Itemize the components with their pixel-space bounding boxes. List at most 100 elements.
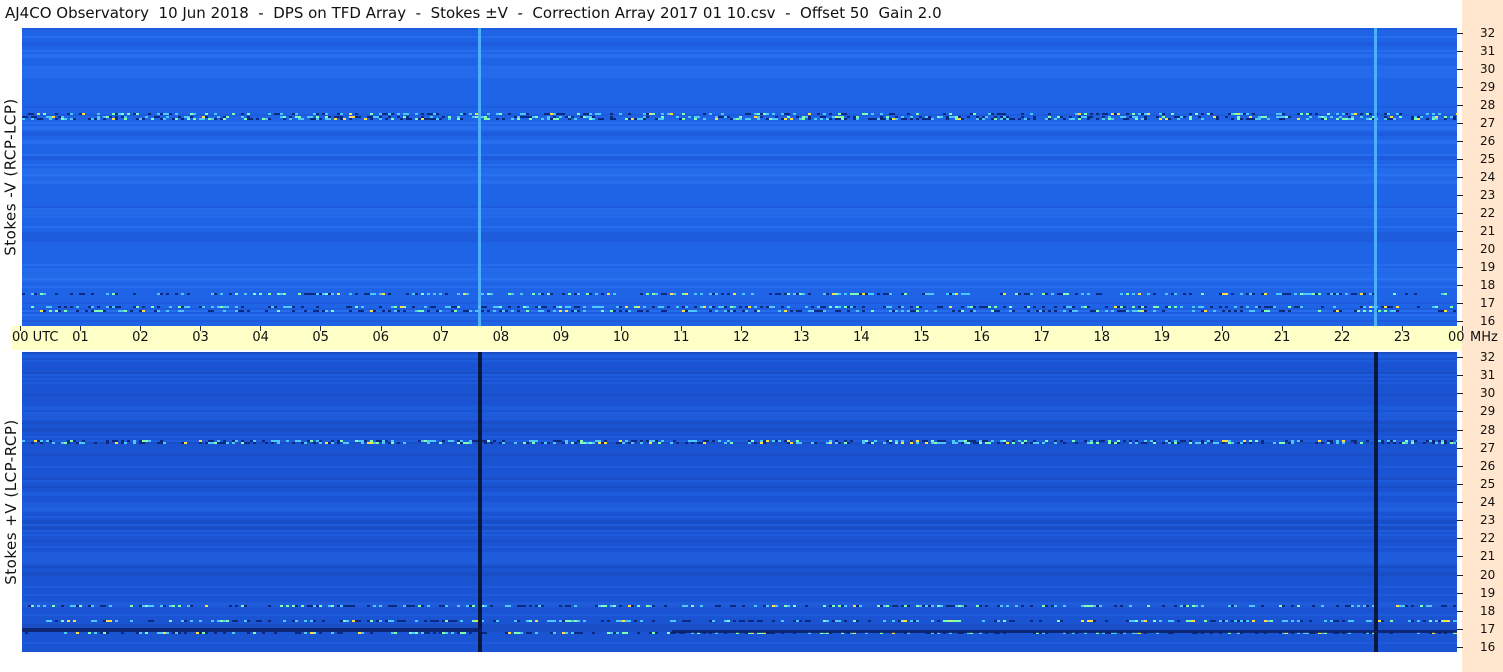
frequency-label: 26: [1480, 134, 1496, 148]
frequency-label: 31: [1480, 368, 1496, 383]
time-label: 16: [973, 330, 990, 345]
frequency-tick: [1457, 231, 1463, 232]
frequency-label: 23: [1480, 188, 1496, 202]
frequency-tick: [1457, 357, 1463, 358]
vertical-line: [478, 28, 481, 326]
frequency-tick: [1457, 538, 1463, 540]
time-label: 17: [1033, 330, 1050, 345]
frequency-label: 29: [1480, 80, 1496, 94]
frequency-tick: [1457, 647, 1463, 648]
frequency-label: 31: [1480, 44, 1496, 58]
frequency-tick: [1457, 69, 1463, 70]
frequency-label: 16: [1480, 640, 1496, 654]
frequency-label: 25: [1480, 476, 1496, 491]
frequency-label: 24: [1480, 495, 1496, 509]
frequency-label: 19: [1480, 585, 1496, 600]
frequency-label: 30: [1480, 386, 1496, 401]
frequency-label: 21: [1480, 224, 1496, 238]
spectrogram-bottom[interactable]: [22, 352, 1457, 652]
time-label: 14: [853, 330, 870, 345]
frequency-label: 18: [1480, 603, 1496, 618]
time-label: 08: [492, 330, 510, 345]
spectrogram-top[interactable]: [22, 28, 1457, 326]
time-label: 02: [132, 330, 149, 345]
top-panel-label: Stokes -V (RCP-LCP): [2, 98, 20, 256]
time-label: 00 UTC: [12, 330, 59, 345]
frequency-label: 32: [1480, 350, 1496, 364]
frequency-label: 22: [1480, 531, 1496, 546]
time-label: 05: [312, 330, 329, 345]
time-label: 21: [1273, 330, 1291, 345]
frequency-axis-bottom: 32 31 30 29 28 27 26 25 24 23 22 21 20 19 18 17 16: [1457, 350, 1503, 654]
frequency-tick: [1457, 411, 1463, 413]
frequency-label: 25: [1480, 152, 1496, 166]
frequency-label: 24: [1480, 170, 1496, 184]
frequency-label: 20: [1480, 567, 1496, 582]
time-label: 13: [793, 330, 810, 345]
time-label: 18: [1093, 330, 1111, 345]
frequency-tick: [1457, 502, 1463, 503]
frequency-label: 18: [1480, 278, 1496, 292]
time-label: 03: [192, 330, 209, 345]
frequency-tick: [1457, 123, 1463, 124]
time-label: 22: [1333, 330, 1351, 345]
vertical-line: [1374, 28, 1377, 326]
frequency-tick: [1457, 447, 1463, 449]
time-label: 15: [913, 330, 930, 345]
time-label: 10: [612, 330, 630, 345]
frequency-label: 30: [1480, 62, 1496, 76]
time-axis: 00 UTC 01 02 03 04 05 06 07 08 09 10 11 12 13 14 15 16 17…: [12, 326, 1465, 350]
vertical-line: [478, 352, 482, 652]
frequency-label: 23: [1480, 513, 1496, 528]
frequency-tick: [1457, 628, 1463, 630]
frequency-tick: [1457, 195, 1463, 196]
frequency-label: 22: [1480, 206, 1496, 220]
time-label: 12: [733, 330, 750, 345]
time-label: 01: [72, 330, 89, 345]
frequency-tick: [1457, 574, 1463, 576]
frequency-tick: [1457, 465, 1463, 467]
time-label: 20: [1213, 330, 1231, 345]
time-label: 07: [432, 330, 450, 345]
frequency-tick: [1457, 249, 1463, 250]
frequency-tick: [1457, 393, 1463, 395]
frequency-label: 17: [1480, 296, 1496, 310]
time-label: 09: [552, 330, 570, 345]
window-title: AJ4CO Observatory 10 Jun 2018 - DPS on T…: [5, 4, 942, 22]
time-label: 11: [672, 330, 690, 345]
frequency-tick: [1457, 610, 1463, 612]
frequency-tick: [1457, 429, 1463, 431]
frequency-tick: [1457, 87, 1463, 88]
frequency-tick: [1457, 483, 1463, 485]
frequency-label: 26: [1480, 458, 1496, 473]
frequency-tick: [1457, 556, 1463, 558]
frequency-tick: [1457, 592, 1463, 594]
frequency-tick: [1457, 51, 1463, 52]
frequency-label: 27: [1480, 440, 1496, 455]
time-label: 04: [252, 330, 269, 345]
frequency-label: 16: [1480, 314, 1496, 328]
vertical-line: [1374, 352, 1378, 652]
frequency-tick: [1457, 520, 1463, 522]
time-label: 23: [1393, 330, 1411, 345]
time-label: 00: [1448, 330, 1465, 345]
frequency-tick: [1457, 267, 1463, 268]
frequency-tick: [1457, 321, 1463, 322]
frequency-label: 28: [1480, 422, 1496, 437]
frequency-tick: [1457, 159, 1463, 160]
frequency-tick: [1457, 303, 1463, 304]
frequency-tick: [1457, 105, 1463, 106]
frequency-tick: [1457, 285, 1463, 286]
frequency-label: 27: [1480, 116, 1496, 130]
frequency-tick: [1457, 375, 1463, 377]
frequency-label: 28: [1480, 98, 1496, 112]
frequency-tick: [1457, 33, 1463, 34]
frequency-label: 17: [1480, 621, 1496, 636]
frequency-label: 20: [1480, 242, 1496, 256]
time-label: 06: [372, 330, 390, 345]
frequency-label: 29: [1480, 404, 1496, 419]
time-label: 19: [1153, 330, 1171, 345]
frequency-axis-top: 32 31 30 29 28 27 26 25 24 23 22 21 20 19 18 17 16: [1457, 26, 1503, 328]
frequency-unit-label: MHz: [1470, 330, 1498, 345]
frequency-label: 19: [1480, 260, 1496, 274]
